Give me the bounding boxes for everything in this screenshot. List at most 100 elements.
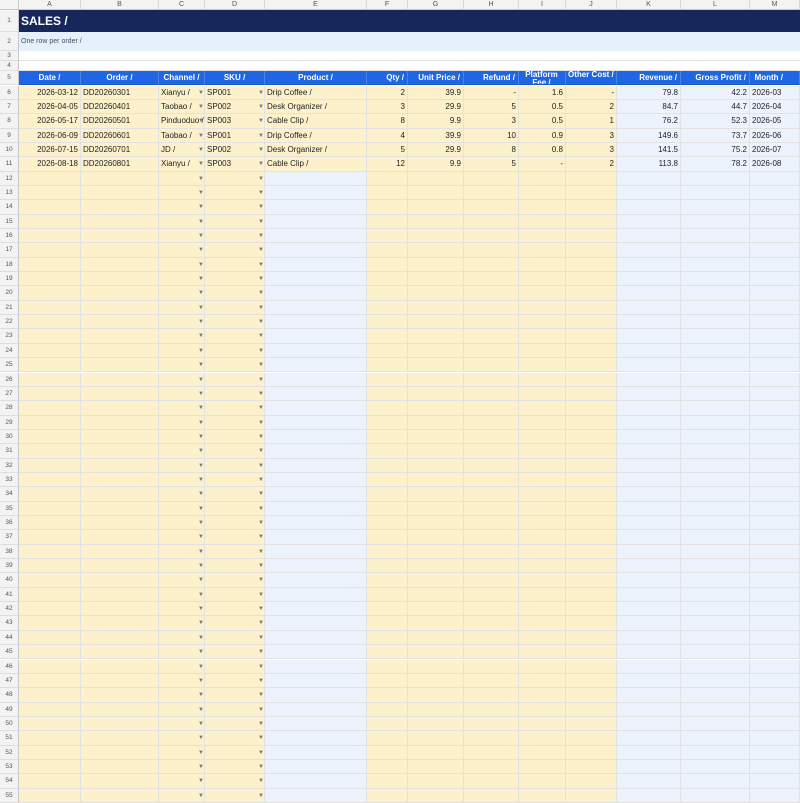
- cell-qty[interactable]: [367, 444, 408, 459]
- cell-unit-price[interactable]: [408, 587, 464, 603]
- cell-refund[interactable]: -: [464, 85, 519, 100]
- cell-gross-profit[interactable]: [681, 645, 750, 660]
- cell-order[interactable]: [81, 745, 159, 760]
- cell-month[interactable]: 2026-05: [750, 114, 800, 129]
- row-header[interactable]: 1: [0, 10, 19, 32]
- cell-unit-price[interactable]: [408, 630, 464, 646]
- cell-unit-price[interactable]: [408, 788, 464, 803]
- cell-revenue[interactable]: [617, 200, 681, 215]
- dropdown-arrow-icon[interactable]: ▼: [258, 432, 264, 442]
- cell-sku[interactable]: [205, 788, 265, 803]
- cell-order[interactable]: [81, 788, 159, 803]
- row-header[interactable]: 3: [0, 51, 19, 61]
- cell-sku[interactable]: [205, 171, 265, 186]
- cell-gross-profit[interactable]: 52.3: [681, 114, 750, 129]
- cell-refund[interactable]: [464, 673, 519, 689]
- cell-other-cost[interactable]: 3: [566, 128, 617, 143]
- cell-order[interactable]: [81, 559, 159, 574]
- cell-revenue[interactable]: [617, 759, 681, 775]
- cell-unit-price[interactable]: 39.9: [408, 128, 464, 143]
- cell-sku[interactable]: [205, 229, 265, 244]
- cell-product[interactable]: [265, 415, 367, 430]
- cell-month[interactable]: [750, 645, 800, 660]
- cell-platform-fee[interactable]: [519, 343, 566, 359]
- cell-platform-fee[interactable]: [519, 559, 566, 574]
- dropdown-arrow-icon[interactable]: ▼: [198, 288, 204, 298]
- cell-refund[interactable]: [464, 516, 519, 531]
- cell-sku[interactable]: [205, 616, 265, 631]
- cell-platform-fee[interactable]: 1.6: [519, 85, 566, 100]
- cell-product[interactable]: [265, 171, 367, 186]
- dropdown-arrow-icon[interactable]: ▼: [258, 618, 264, 628]
- cell-product[interactable]: [265, 544, 367, 560]
- dropdown-arrow-icon[interactable]: ▼: [258, 174, 264, 184]
- cell-qty[interactable]: [367, 429, 408, 445]
- cell-date[interactable]: [19, 702, 81, 717]
- cell-refund[interactable]: [464, 573, 519, 588]
- cell-month[interactable]: [750, 401, 800, 416]
- cell-month[interactable]: [750, 429, 800, 445]
- cell-revenue[interactable]: [617, 602, 681, 617]
- dropdown-arrow-icon[interactable]: ▼: [258, 532, 264, 542]
- cell-order[interactable]: [81, 372, 159, 387]
- cell-sku[interactable]: SP001: [205, 128, 265, 143]
- cell-product[interactable]: [265, 645, 367, 660]
- cell-date[interactable]: [19, 401, 81, 416]
- cell-date[interactable]: [19, 673, 81, 689]
- cell-platform-fee[interactable]: -: [519, 157, 566, 172]
- dropdown-arrow-icon[interactable]: ▼: [258, 260, 264, 270]
- cell-platform-fee[interactable]: [519, 659, 566, 674]
- row-header[interactable]: 2: [0, 32, 19, 51]
- cell-date[interactable]: [19, 602, 81, 617]
- cell-date[interactable]: [19, 516, 81, 531]
- cell-unit-price[interactable]: [408, 702, 464, 717]
- cell-month[interactable]: [750, 200, 800, 215]
- row-header[interactable]: 17: [0, 243, 19, 258]
- cell-qty[interactable]: [367, 673, 408, 689]
- row-header[interactable]: 4: [0, 61, 19, 71]
- cell-date[interactable]: [19, 530, 81, 545]
- dropdown-arrow-icon[interactable]: ▼: [198, 217, 204, 227]
- cell-qty[interactable]: [367, 458, 408, 473]
- cell-other-cost[interactable]: [566, 300, 617, 316]
- cell-other-cost[interactable]: [566, 386, 617, 402]
- cell-unit-price[interactable]: [408, 386, 464, 402]
- cell-gross-profit[interactable]: [681, 415, 750, 430]
- cell-revenue[interactable]: [617, 444, 681, 459]
- cell-revenue[interactable]: [617, 487, 681, 502]
- cell-platform-fee[interactable]: [519, 401, 566, 416]
- cell-sku[interactable]: [205, 487, 265, 502]
- cell-platform-fee[interactable]: [519, 200, 566, 215]
- cell-platform-fee[interactable]: [519, 329, 566, 344]
- cell-unit-price[interactable]: [408, 516, 464, 531]
- cell-month[interactable]: [750, 300, 800, 316]
- cell-month[interactable]: [750, 229, 800, 244]
- cell-sku[interactable]: [205, 688, 265, 703]
- cell-sku[interactable]: [205, 429, 265, 445]
- cell-order[interactable]: [81, 315, 159, 330]
- cell-revenue[interactable]: [617, 386, 681, 402]
- cell-refund[interactable]: 8: [464, 142, 519, 158]
- dropdown-arrow-icon[interactable]: ▼: [258, 776, 264, 786]
- cell-unit-price[interactable]: [408, 731, 464, 746]
- cell-gross-profit[interactable]: [681, 616, 750, 631]
- dropdown-arrow-icon[interactable]: ▼: [258, 446, 264, 456]
- dropdown-arrow-icon[interactable]: ▼: [258, 202, 264, 212]
- dropdown-arrow-icon[interactable]: ▼: [198, 590, 204, 600]
- cell-month[interactable]: [750, 688, 800, 703]
- cell-date[interactable]: [19, 229, 81, 244]
- cell-order[interactable]: DD20260501: [81, 114, 159, 129]
- cell-sku[interactable]: [205, 358, 265, 373]
- dropdown-arrow-icon[interactable]: ▼: [198, 231, 204, 241]
- dropdown-arrow-icon[interactable]: ▼: [198, 131, 204, 141]
- row-header[interactable]: 13: [0, 185, 19, 201]
- cell-product[interactable]: [265, 559, 367, 574]
- cell-gross-profit[interactable]: [681, 745, 750, 760]
- cell-product[interactable]: [265, 688, 367, 703]
- cell-product[interactable]: [265, 343, 367, 359]
- cell-refund[interactable]: [464, 429, 519, 445]
- cell-gross-profit[interactable]: [681, 214, 750, 229]
- row-header[interactable]: 31: [0, 444, 19, 459]
- cell-unit-price[interactable]: [408, 472, 464, 488]
- cell-order[interactable]: [81, 645, 159, 660]
